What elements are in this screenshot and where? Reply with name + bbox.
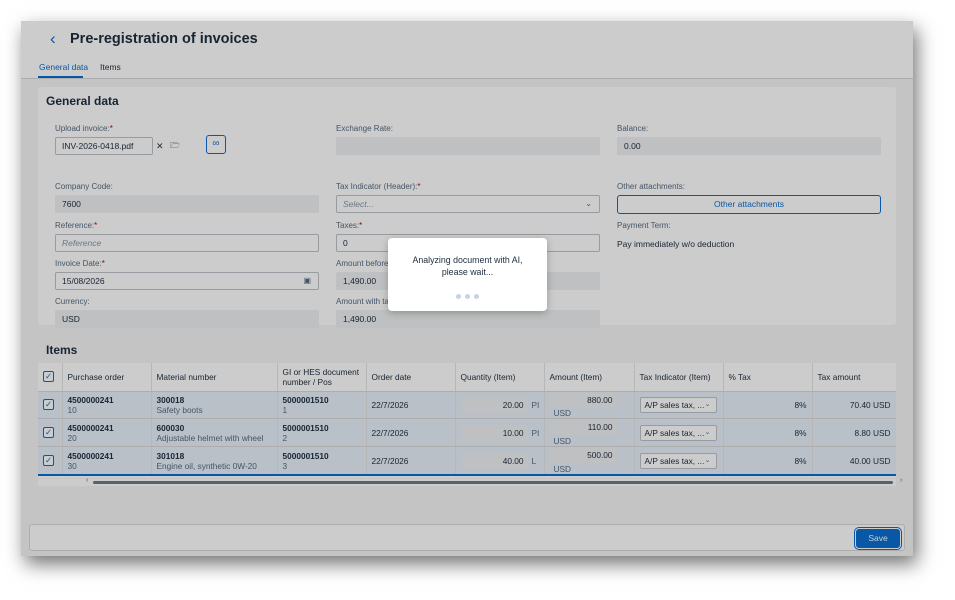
busy-indicator bbox=[388, 286, 547, 304]
busy-overlay: Analyzing document with AI, please wait.… bbox=[21, 21, 913, 556]
busy-dot bbox=[465, 294, 470, 299]
busy-dot bbox=[474, 294, 479, 299]
busy-dot bbox=[456, 294, 461, 299]
busy-message: Analyzing document with AI, please wait.… bbox=[412, 255, 523, 277]
busy-dialog: Analyzing document with AI, please wait.… bbox=[388, 238, 547, 311]
app-window: ‹ Pre-registration of invoices General d… bbox=[21, 21, 913, 556]
